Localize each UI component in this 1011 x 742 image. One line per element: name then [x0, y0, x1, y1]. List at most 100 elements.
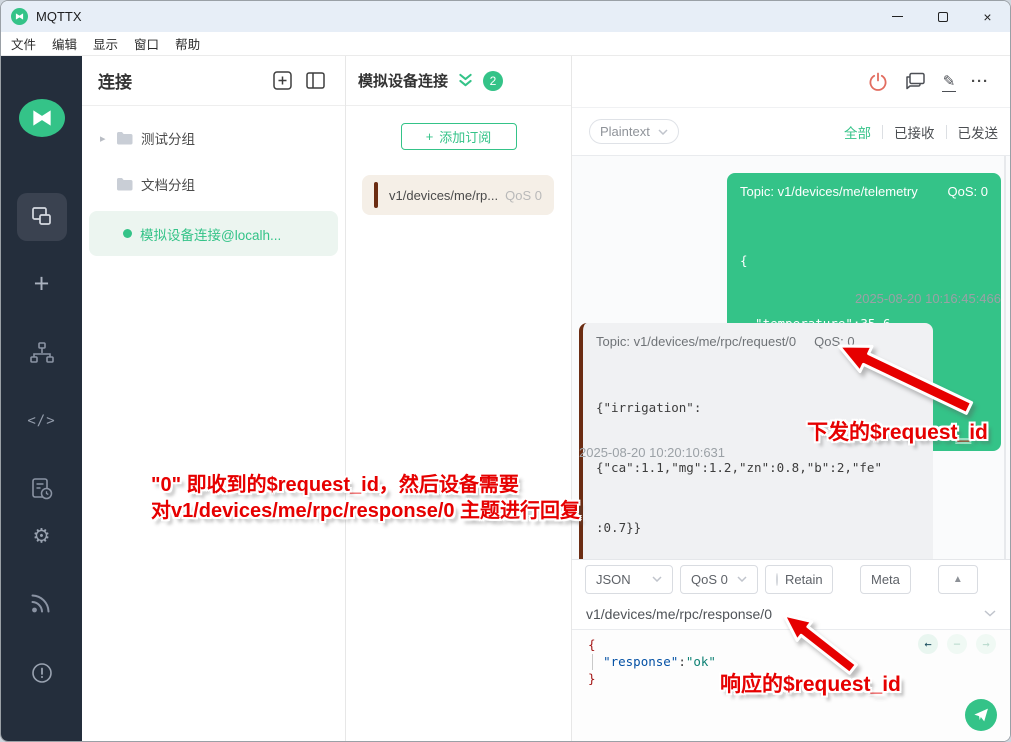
- connection-toolbar: ✎ ···: [572, 56, 1010, 108]
- expand-caret-icon[interactable]: ▸: [100, 132, 116, 145]
- received-message-timestamp: 2025-08-20 10:20:10:631: [579, 445, 725, 460]
- message-list: Topic: v1/devices/me/telemetry QoS: 0 { …: [572, 156, 1010, 561]
- received-payload-line: {"ca":1.1,"mg":1.2,"zn":0.8,"b":2,"fe": [596, 458, 920, 478]
- subscription-qos: QoS 0: [505, 188, 542, 203]
- group-label: 测试分组: [141, 128, 195, 148]
- sent-message-topic: Topic: v1/devices/me/telemetry: [740, 184, 918, 199]
- minimize-button[interactable]: [875, 1, 920, 32]
- payload-type-value: JSON: [596, 572, 631, 587]
- edit-connection-button[interactable]: ✎: [942, 72, 956, 92]
- connected-status-dot: [123, 229, 132, 238]
- minimize-icon: [892, 16, 903, 17]
- maximize-icon: [938, 12, 948, 22]
- sidebar-item-connections[interactable]: [17, 193, 67, 241]
- payload-format-bar: Plaintext 全部 已接收 已发送: [572, 108, 1010, 156]
- new-connection-icon[interactable]: [273, 71, 292, 90]
- retain-radio-icon: [776, 573, 778, 586]
- qos-value: QoS 0: [691, 572, 728, 587]
- connections-tree: ▸ 测试分组 ▸ 文档分组 模拟设备连接@localh...: [82, 106, 345, 256]
- publish-controls: JSON QoS 0 Retain Meta ▲: [572, 560, 1010, 598]
- sidebar-item-script[interactable]: </>: [27, 413, 55, 429]
- meta-label: Meta: [871, 572, 900, 587]
- window-controls: ×: [875, 1, 1010, 32]
- payload-history-controls: ← − →: [918, 634, 996, 654]
- tab-all[interactable]: 全部: [844, 122, 871, 142]
- menu-view[interactable]: 显示: [93, 34, 118, 53]
- collapse-chevron-icon[interactable]: [458, 73, 473, 88]
- messages-panel: ✎ ··· Plaintext 全部 已接收 已发送: [572, 56, 1010, 741]
- maximize-button[interactable]: [920, 1, 965, 32]
- add-subscription-button[interactable]: + 添加订阅: [401, 123, 517, 150]
- menu-window[interactable]: 窗口: [134, 34, 159, 53]
- disconnect-power-icon[interactable]: [867, 71, 889, 93]
- window-title: MQTTX: [36, 9, 82, 24]
- qos-select[interactable]: QoS 0: [680, 565, 758, 594]
- message-filter-tabs: 全部 已接收 已发送: [844, 122, 998, 142]
- subscription-item[interactable]: v1/devices/me/rp... QoS 0: [362, 175, 554, 215]
- sidebar-item-topic-tree[interactable]: [29, 341, 55, 365]
- payload-value: "ok": [686, 654, 716, 669]
- plus-icon: +: [426, 129, 434, 144]
- sidebar-item-settings[interactable]: ⚙: [33, 524, 51, 549]
- tab-received[interactable]: 已接收: [894, 122, 935, 142]
- sidebar-item-new-connection[interactable]: +: [34, 269, 50, 300]
- sent-payload-line: {: [740, 250, 988, 271]
- payload-colon: :: [678, 654, 686, 669]
- publish-area: JSON QoS 0 Retain Meta ▲ v1/devices/me/r…: [572, 559, 1010, 741]
- message-count-badge: 2: [483, 71, 503, 91]
- meta-button[interactable]: Meta: [860, 565, 911, 594]
- connection-name-title: 模拟设备连接: [358, 70, 448, 91]
- titlebar: MQTTX ×: [1, 1, 1010, 32]
- tab-divider: [946, 125, 947, 139]
- chevron-down-icon: [658, 129, 668, 135]
- retain-toggle[interactable]: Retain: [765, 565, 833, 594]
- menu-file[interactable]: 文件: [11, 34, 36, 53]
- annotation-sent-request-id: 下发的$request_id: [807, 416, 988, 446]
- chevron-down-icon: [984, 610, 996, 617]
- sidebar-item-about[interactable]: [30, 661, 54, 685]
- subscription-topic: v1/devices/me/rp...: [389, 188, 498, 203]
- topic-color-marker: [374, 182, 378, 208]
- history-forward-button[interactable]: →: [976, 634, 996, 654]
- annotation-note-line2: 对v1/devices/me/rpc/response/0 主题进行回复: [151, 498, 580, 524]
- publish-topic-value: v1/devices/me/rpc/response/0: [586, 606, 772, 622]
- scrollbar[interactable]: [1004, 156, 1006, 561]
- editor-indent-guide: [592, 654, 593, 670]
- received-payload-line: {"irrigation":: [596, 398, 920, 418]
- app-window: MQTTX × 文件 编辑 显示 窗口 帮助 +: [0, 0, 1011, 742]
- nav-sidebar: + </> ⚙: [1, 56, 82, 741]
- connection-group-test[interactable]: ▸ 测试分组: [82, 119, 345, 157]
- collapse-publish-button[interactable]: ▲: [938, 565, 978, 594]
- menu-edit[interactable]: 编辑: [52, 34, 77, 53]
- payload-format-value: Plaintext: [600, 124, 650, 139]
- group-label: 文档分组: [141, 174, 195, 194]
- history-clear-button[interactable]: −: [947, 634, 967, 654]
- sidebar-item-log[interactable]: [30, 477, 54, 501]
- payload-format-select[interactable]: Plaintext: [589, 119, 679, 144]
- app-logo-icon: [11, 8, 28, 25]
- history-back-button[interactable]: ←: [918, 634, 938, 654]
- chat-messages-icon[interactable]: [904, 71, 927, 92]
- broadcast-icon: [30, 592, 54, 614]
- subscriptions-header: 模拟设备连接 2: [346, 56, 571, 106]
- more-options-icon[interactable]: ···: [971, 73, 989, 90]
- sent-message-timestamp: 2025-08-20 10:16:45:466: [855, 291, 1001, 306]
- connections-title: 连接: [98, 68, 132, 93]
- paper-plane-icon: [973, 707, 989, 723]
- menu-bar: 文件 编辑 显示 窗口 帮助: [1, 32, 1010, 56]
- collapse-panel-icon[interactable]: [306, 72, 325, 89]
- payload-key: "response": [603, 654, 678, 669]
- sidebar-item-broadcast[interactable]: [30, 592, 54, 614]
- payload-open-brace: {: [588, 637, 596, 652]
- close-button[interactable]: ×: [965, 1, 1010, 32]
- send-button[interactable]: [965, 699, 997, 731]
- tab-sent[interactable]: 已发送: [958, 122, 999, 142]
- payload-type-select[interactable]: JSON: [585, 565, 673, 594]
- chevron-down-icon: [652, 576, 662, 582]
- pencil-icon: ✎: [943, 72, 956, 90]
- connection-item-active[interactable]: 模拟设备连接@localh...: [89, 211, 338, 256]
- menu-help[interactable]: 帮助: [175, 34, 200, 53]
- publish-topic-input[interactable]: v1/devices/me/rpc/response/0: [572, 598, 1010, 630]
- connection-group-docs[interactable]: ▸ 文档分组: [82, 165, 345, 203]
- annotation-note: "0" 即收到的$request_id，然后设备需要 对v1/devices/m…: [151, 472, 580, 524]
